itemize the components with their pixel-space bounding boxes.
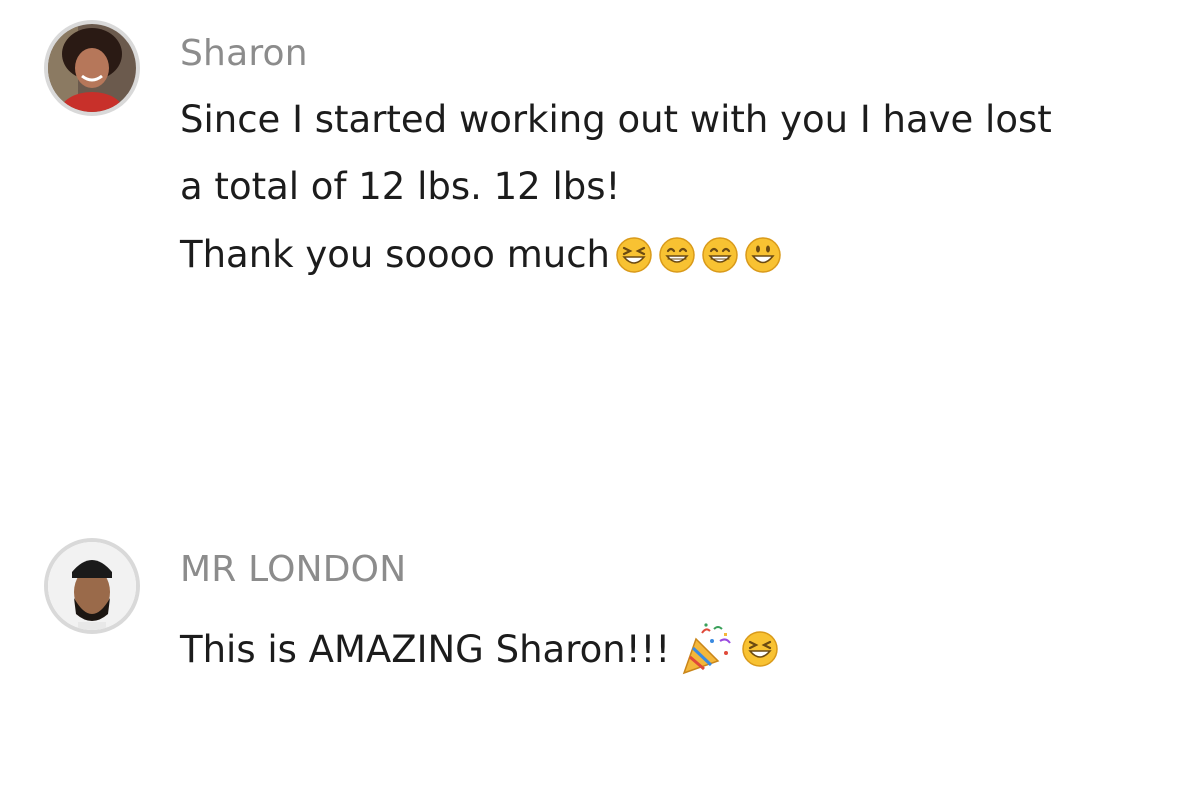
party-popper-icon (680, 621, 736, 677)
smiling-face-icon (744, 236, 782, 274)
comment-mr-london: MR LONDON This is AMAZING Sharon!!! (0, 520, 1200, 700)
comment-author[interactable]: MR LONDON (180, 549, 406, 590)
grinning-face-icon (658, 236, 696, 274)
comment-text-row: This is AMAZING Sharon!!! (180, 621, 779, 677)
comment-sharon: Sharon Since I started working out with … (0, 0, 1200, 330)
comment-text-line: This is AMAZING Sharon!!! (180, 627, 671, 671)
comment-text-line: a total of 12 lbs. 12 lbs! (180, 165, 621, 208)
avatar[interactable] (44, 538, 140, 634)
comment-text-row: Thank you soooo much (180, 233, 782, 276)
laughing-face-icon (741, 630, 779, 668)
grinning-face-icon (701, 236, 739, 274)
laughing-face-icon (615, 236, 653, 274)
comment-author[interactable]: Sharon (180, 33, 308, 74)
comment-text-line: Thank you soooo much (180, 233, 610, 276)
comment-text-line: Since I started working out with you I h… (180, 98, 1052, 141)
avatar[interactable] (44, 20, 140, 116)
